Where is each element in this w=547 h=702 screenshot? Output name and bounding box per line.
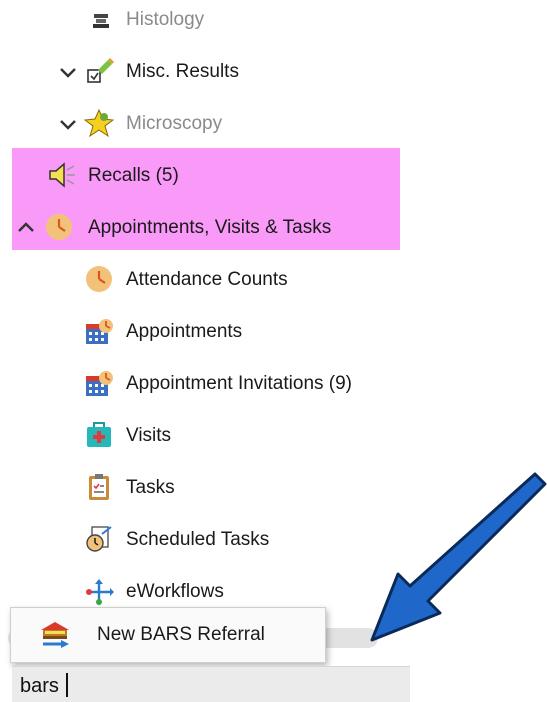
- tree-item-label: Microscopy: [126, 113, 223, 134]
- chevron-up-icon[interactable]: [14, 216, 38, 240]
- chevron-down-icon[interactable]: [56, 60, 80, 84]
- clock-icon: [46, 214, 72, 240]
- text-cursor: [66, 673, 68, 697]
- workflow-icon: [86, 579, 114, 605]
- calendar-clock-icon: [86, 371, 113, 396]
- tree-item-label: Tasks: [126, 477, 175, 498]
- tree-item-label: Appointments: [126, 321, 243, 342]
- microscopy-star-icon: [84, 108, 114, 138]
- megaphone-icon: [49, 162, 75, 188]
- tree-item-label: Appointments, Visits & Tasks: [88, 217, 332, 238]
- tree-item-label: Visits: [126, 425, 172, 446]
- tree-item-label: Scheduled Tasks: [126, 529, 270, 550]
- tree-item-label: Attendance Counts: [126, 269, 288, 290]
- search-input[interactable]: [12, 666, 410, 702]
- medical-kit-icon: [87, 422, 111, 447]
- popup-item-label: New BARS Referral: [97, 624, 265, 645]
- chevron-down-icon[interactable]: [56, 112, 80, 136]
- tree-item-label: Appointment Invitations (9): [126, 373, 353, 394]
- annotation-arrow-icon: [370, 472, 547, 642]
- calendar-clock-icon: [86, 319, 113, 344]
- histology-icon: [93, 14, 109, 28]
- clock-icon: [86, 266, 112, 292]
- tree-item-label: Histology: [126, 9, 205, 30]
- misc-results-icon: [87, 58, 114, 83]
- scheduled-task-icon: [86, 526, 112, 552]
- tree-item-label: Misc. Results: [126, 61, 239, 82]
- clipboard-icon: [89, 474, 109, 500]
- referral-icon: [41, 622, 69, 648]
- tree-item-label: eWorkflows: [126, 581, 224, 602]
- popup-item-new-bars-referral[interactable]: New BARS Referral: [11, 608, 325, 662]
- tree-item-label: Recalls (5): [88, 165, 179, 186]
- autocomplete-popup: New BARS Referral: [10, 607, 326, 663]
